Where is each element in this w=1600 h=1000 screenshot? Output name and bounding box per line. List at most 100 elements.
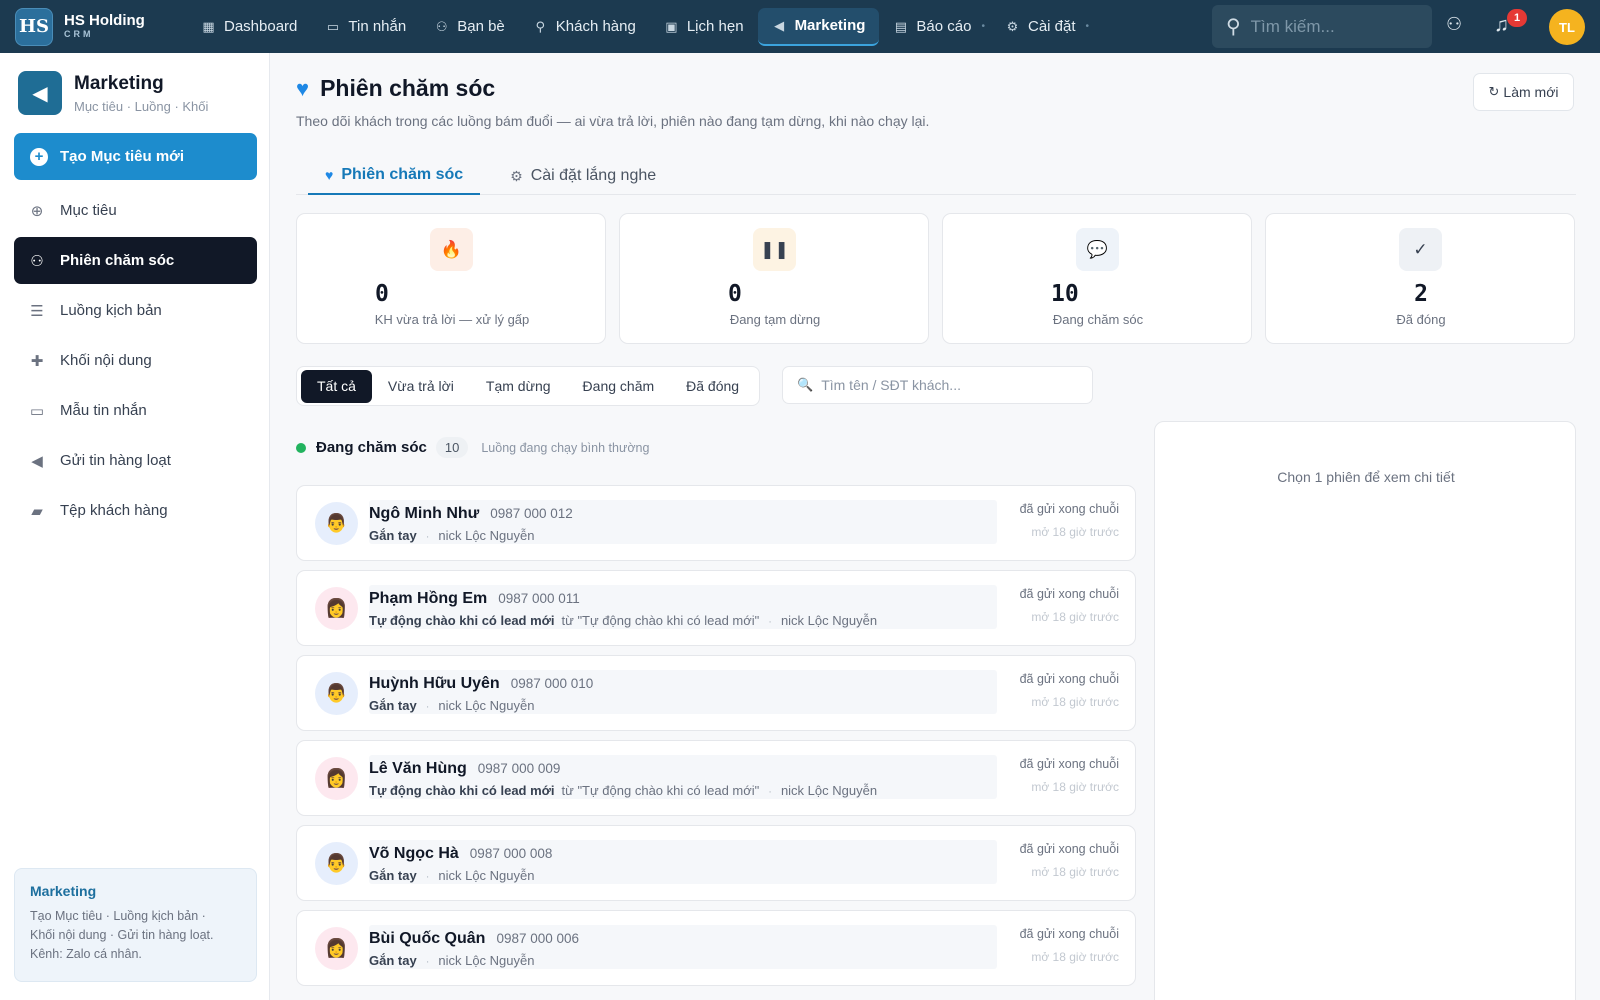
status-dot	[296, 442, 306, 453]
session-status: đã gửi xong chuỗi	[1019, 587, 1119, 601]
session-source: Gắn tay	[369, 698, 417, 713]
session-source: Gắn tay	[369, 953, 417, 968]
nav-dashboard[interactable]: ▦ Dashboard	[187, 8, 311, 46]
nav-settings[interactable]: ⚙ Cài đặt	[991, 8, 1090, 46]
filter-caring[interactable]: Đang chăm	[567, 370, 671, 403]
session-nick: nick Lộc Nguyễn	[438, 528, 535, 543]
customer-icon: ⚲	[535, 18, 546, 34]
stat-card-paused[interactable]: ❚❚ 0 Đang tạm dừng	[619, 213, 929, 344]
filter-closed[interactable]: Đã đóng	[670, 370, 755, 403]
session-row[interactable]: 👩 Phạm Hồng Em 0987 000 011 Tự động chào kh…	[296, 570, 1136, 646]
stat-value: 0	[728, 281, 742, 307]
megaphone-icon: ◀	[18, 71, 62, 115]
session-time: mở 18 giờ trước	[1031, 695, 1119, 709]
sidebar-item-broadcast[interactable]: ◀ Gửi tin hàng loạt	[14, 437, 257, 484]
tab-care-sessions[interactable]: ♥ Phiên chăm sóc	[308, 157, 481, 195]
check-icon: ✓	[1399, 228, 1442, 271]
stat-card-replied[interactable]: 🔥 0 KH vừa trả lời — xử lý gấp	[296, 213, 606, 344]
global-search-placeholder: Tìm kiếm...	[1250, 16, 1335, 36]
session-row[interactable]: 👩 Lê Văn Hùng 0987 000 009 Tự động chào khi…	[296, 740, 1136, 816]
top-navbar: HS HS Holding CRM ▦ Dashboard ▭ Tin nhắn ⚇…	[0, 0, 1600, 53]
nav-messages[interactable]: ▭ Tin nhắn	[311, 8, 420, 46]
sidebar-item-content-blocks[interactable]: ✚ Khối nội dung	[14, 337, 257, 384]
session-row[interactable]: 👩 Bùi Quốc Quân 0987 000 006 Gắn tay · nick L…	[296, 910, 1136, 986]
session-info: Huỳnh Hữu Uyên 0987 000 010 Gắn tay · nick L…	[369, 670, 997, 714]
detail-empty-text: Chọn 1 phiên để xem chi tiết	[1277, 469, 1455, 485]
session-nick: nick Lộc Nguyễn	[438, 953, 535, 968]
filter-all[interactable]: Tất cả	[301, 369, 372, 403]
page-title-text: Phiên chăm sóc	[320, 75, 496, 101]
global-search-input[interactable]: ⚲ Tìm kiếm...	[1212, 5, 1432, 48]
fire-icon: 🔥	[430, 228, 473, 271]
stat-label: Đã đóng	[1396, 312, 1446, 327]
session-source: Tự động chào khi có lead mới	[369, 783, 555, 798]
filter-paused[interactable]: Tạm dừng	[470, 370, 567, 403]
session-status: đã gửi xong chuỗi	[1019, 927, 1119, 941]
tab-label: Cài đặt lắng nghe	[530, 167, 657, 184]
refresh-button[interactable]: ↻ Làm mới	[1473, 73, 1574, 111]
sidebar: ◀ Marketing Mục tiêu · Luồng · Khối + Tạ…	[0, 53, 270, 1000]
brand-name: HS Holding	[64, 12, 145, 29]
session-info: Phạm Hồng Em 0987 000 011 Tự động chào khi…	[369, 585, 997, 629]
session-info: Bùi Quốc Quân 0987 000 006 Gắn tay · nick Lộ…	[369, 925, 997, 969]
nav-reports[interactable]: ▤ Báo cáo	[879, 8, 985, 46]
session-from: từ "Tự động chào khi có lead mới"	[561, 783, 760, 798]
nav-customers[interactable]: ⚲ Khách hàng	[519, 8, 650, 46]
session-info: Lê Văn Hùng 0987 000 009 Tự động chào khi …	[369, 755, 997, 799]
stat-value: 2	[1414, 281, 1428, 307]
stats-row: 🔥 0 KH vừa trả lời — xử lý gấp ❚❚ 0 Đang…	[296, 213, 1588, 344]
sidebar-item-message-templates[interactable]: ▭ Mẫu tin nhắn	[14, 387, 257, 434]
sidebar-item-label: Khối nội dung	[60, 352, 152, 369]
session-row[interactable]: 👨 Ngô Minh Như 0987 000 012 Gắn tay · nick Lộ…	[296, 485, 1136, 561]
sidebar-item-goals[interactable]: ⊕ Mục tiêu	[14, 187, 257, 234]
sidebar-header: ◀ Marketing Mục tiêu · Luồng · Khối	[18, 71, 269, 115]
nav-messages-label: Tin nhắn	[348, 18, 407, 35]
sidebar-title: Marketing	[74, 72, 164, 94]
session-time: mở 18 giờ trước	[1031, 865, 1119, 879]
plus-icon: +	[30, 147, 48, 166]
customer-name: Võ Ngọc Hà	[369, 845, 459, 862]
stat-label: Đang chăm sóc	[1052, 312, 1144, 327]
message-template-icon: ▭	[29, 402, 45, 420]
customer-avatar-icon: 👩	[315, 927, 358, 970]
sidebar-item-care-sessions[interactable]: ⚇ Phiên chăm sóc	[14, 237, 257, 284]
session-status: đã gửi xong chuỗi	[1019, 502, 1119, 516]
puzzle-icon: ✚	[30, 352, 44, 370]
sidebar-item-flows[interactable]: ☰ Luồng kịch bản	[14, 287, 257, 334]
customer-phone: 0987 000 012	[490, 506, 573, 521]
customer-name: Ngô Minh Như	[369, 505, 480, 522]
refresh-icon: ↻	[1488, 84, 1500, 99]
nav-calendar-label: Lịch hẹn	[686, 18, 744, 35]
sidebar-item-customer-files[interactable]: ▰ Tệp khách hàng	[14, 487, 257, 534]
session-row[interactable]: 👨 Võ Ngọc Hà 0987 000 008 Gắn tay · nick Lộc …	[296, 825, 1136, 901]
customer-name: Lê Văn Hùng	[369, 760, 467, 777]
brand[interactable]: HS HS Holding CRM	[15, 7, 175, 46]
session-time: mở 18 giờ trước	[1031, 610, 1119, 624]
info-card-line: Tạo Mục tiêu · Luồng kịch bản ·	[30, 909, 206, 923]
team-icon[interactable]: ⚇	[1446, 14, 1462, 35]
session-row[interactable]: 👨 Huỳnh Hữu Uyên 0987 000 010 Gắn tay · nick …	[296, 655, 1136, 731]
pause-icon: ❚❚	[753, 228, 796, 271]
session-status: đã gửi xong chuỗi	[1019, 842, 1119, 856]
sidebar-item-label: Mục tiêu	[60, 202, 117, 219]
filter-replied[interactable]: Vừa trả lời	[372, 370, 470, 403]
nav-calendar[interactable]: ▣ Lịch hẹn	[650, 8, 758, 46]
customer-name: Bùi Quốc Quân	[369, 930, 486, 947]
create-goal-button[interactable]: + Tạo Mục tiêu mới	[14, 133, 257, 180]
tab-listen-settings[interactable]: ⚙ Cài đặt lắng nghe	[493, 157, 673, 195]
stat-card-closed[interactable]: ✓ 2 Đã đóng	[1265, 213, 1575, 344]
user-avatar[interactable]: TL	[1549, 9, 1585, 45]
customer-search-input[interactable]: 🔍 Tìm tên / SĐT khách...	[782, 366, 1093, 404]
info-card-text: Tạo Mục tiêu · Luồng kịch bản · Khối nội…	[30, 907, 241, 964]
session-nick: nick Lộc Nguyễn	[780, 613, 878, 628]
nav-friends[interactable]: ⚇ Bạn bè	[420, 8, 519, 46]
list-icon: ☰	[30, 302, 44, 320]
stat-card-caring[interactable]: 💬 10 Đang chăm sóc	[942, 213, 1252, 344]
sidebar-item-label: Tệp khách hàng	[60, 502, 168, 519]
users-care-icon: ⚇	[30, 252, 44, 270]
group-note: Luồng đang chạy bình thường	[481, 440, 650, 455]
chat-bubble-icon: 💬	[1076, 228, 1119, 271]
info-card-line: Kênh: Zalo cá nhân.	[30, 947, 142, 961]
megaphone-icon: ◀	[774, 17, 785, 33]
nav-marketing[interactable]: ◀ Marketing	[757, 7, 880, 46]
